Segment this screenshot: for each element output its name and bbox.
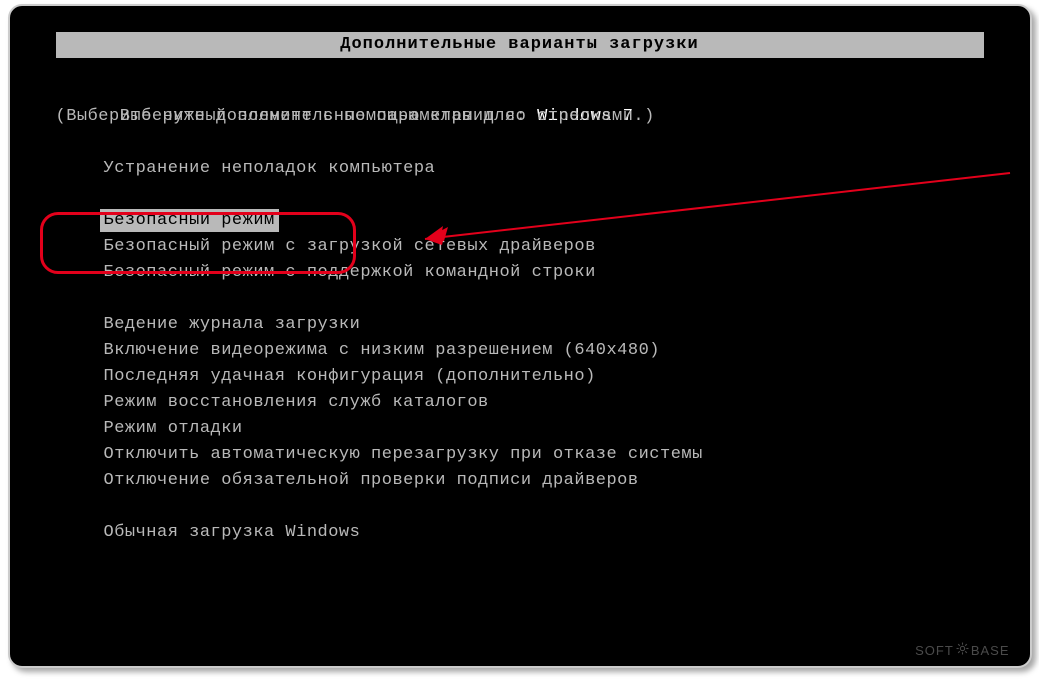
gear-icon <box>956 642 969 658</box>
watermark: SOFT BASE <box>915 642 1009 658</box>
spacer <box>56 286 984 312</box>
option-debug-mode[interactable]: Режим отладки <box>56 416 984 442</box>
option-start-normally[interactable]: Обычная загрузка Windows <box>56 520 984 546</box>
option-ds-restore[interactable]: Режим восстановления служб каталогов <box>56 390 984 416</box>
watermark-right: BASE <box>971 643 1010 658</box>
content-area: Выберите дополнительные параметры для: W… <box>56 78 984 546</box>
option-boot-logging[interactable]: Ведение журнала загрузки <box>56 312 984 338</box>
watermark-left: SOFT <box>915 643 954 658</box>
option-repair-computer[interactable]: Устранение неполадок компьютера <box>56 156 984 182</box>
title-bar: Дополнительные варианты загрузки <box>56 32 984 58</box>
hint-line: (Выберите нужный элемент с помощью клави… <box>56 104 984 130</box>
prompt-line: Выберите дополнительные параметры для: W… <box>56 78 984 104</box>
option-low-res-video[interactable]: Включение видеорежима с низким разрешени… <box>56 338 984 364</box>
title-text: Дополнительные варианты загрузки <box>340 35 698 54</box>
option-disable-auto-restart[interactable]: Отключить автоматическую перезагрузку пр… <box>56 442 984 468</box>
option-safe-mode-networking[interactable]: Безопасный режим с загрузкой сетевых дра… <box>56 234 984 260</box>
spacer <box>56 182 984 208</box>
option-disable-driver-sig[interactable]: Отключение обязательной проверки подписи… <box>56 468 984 494</box>
option-safe-mode-command[interactable]: Безопасный режим с поддержкой командной … <box>56 260 984 286</box>
boot-screen: Дополнительные варианты загрузки Выберит… <box>8 4 1032 668</box>
boot-options-list[interactable]: Устранение неполадок компьютера Безопасн… <box>56 156 984 546</box>
option-safe-mode[interactable]: Безопасный режим <box>56 208 984 234</box>
option-last-known-good[interactable]: Последняя удачная конфигурация (дополнит… <box>56 364 984 390</box>
spacer <box>56 494 984 520</box>
